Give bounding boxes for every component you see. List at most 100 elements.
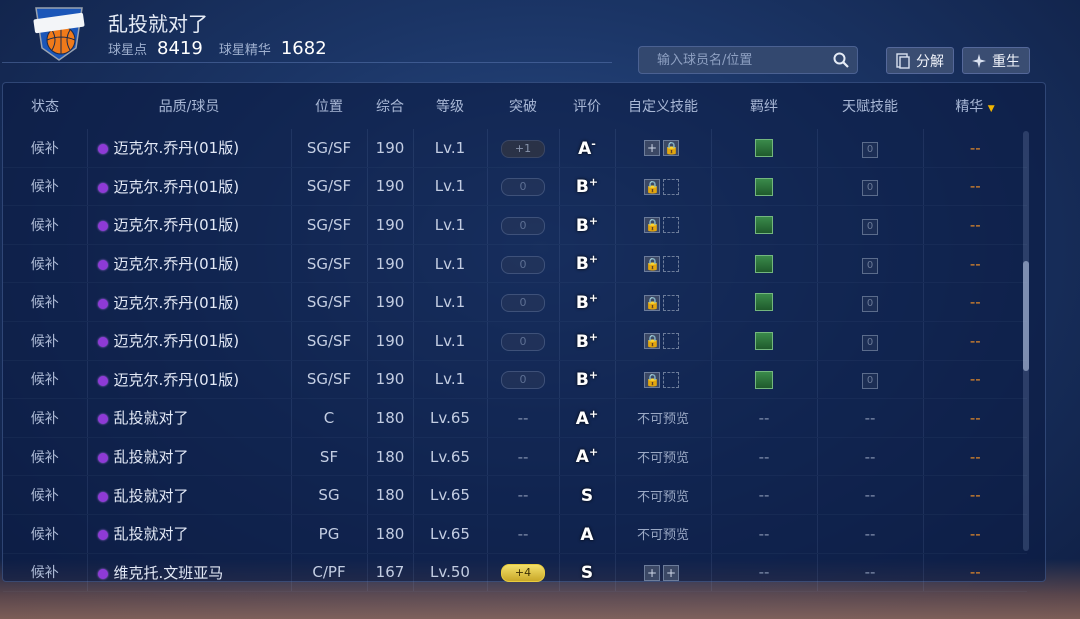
talent-slot[interactable]: 0 [862,296,878,313]
talent-slot[interactable]: 0 [862,373,878,390]
empty-skill-slot[interactable] [663,217,679,234]
col-essence[interactable]: 精华 ▼ [923,83,1027,129]
player-cell[interactable]: 乱投就对了 [86,514,291,554]
custom-skill-cell[interactable]: 不可预览 [614,475,711,515]
col-breakthrough[interactable]: 突破 [487,83,559,129]
bond-badge-icon[interactable] [755,139,773,158]
custom-skill-cell[interactable]: 🔒 [614,244,711,284]
table-row[interactable]: 候补 乱投就对了 C 180 Lv.65 -- A+ 不可预览 -- -- -- [3,398,1027,438]
bond-cell [710,244,817,284]
custom-skill-cell[interactable]: + 🔒 [614,129,711,168]
scrollbar-thumb[interactable] [1023,261,1029,371]
essence-text: -- [969,370,981,389]
custom-skill-cell[interactable]: + + [614,553,711,593]
player-cell[interactable]: 迈克尔.乔丹(01版) [86,167,291,207]
col-level[interactable]: 等级 [413,83,487,129]
overall-text: 167 [375,563,405,582]
lock-icon[interactable]: 🔒 [644,294,660,311]
table-row[interactable]: 候补 乱投就对了 SF 180 Lv.65 -- A+ 不可预览 -- -- -… [3,437,1027,477]
grade-cell: B+ [558,205,615,245]
add-skill-icon[interactable]: + [644,564,660,581]
col-position[interactable]: 位置 [291,83,367,129]
custom-skill-cell[interactable]: 🔒 [614,282,711,322]
col-status[interactable]: 状态 [3,83,87,129]
player-cell[interactable]: 迈克尔.乔丹(01版) [86,321,291,361]
quality-dot-icon [97,298,108,309]
col-overall[interactable]: 综合 [367,83,413,129]
lock-icon[interactable]: 🔒 [644,217,660,234]
player-cell[interactable]: 维克托.文班亚马 [86,553,291,593]
lock-icon[interactable]: 🔒 [644,256,660,273]
empty-skill-slot[interactable] [663,256,679,273]
table-row[interactable]: 候补 迈克尔.乔丹(01版) SG/SF 190 Lv.1 0 B+ 🔒 0 -… [3,321,1027,361]
lock-icon[interactable]: 🔒 [644,371,660,388]
custom-skill-cell[interactable]: 🔒 [614,205,711,245]
lock-icon[interactable]: 🔒 [644,178,660,195]
custom-skill-cell[interactable]: 🔒 [614,167,711,207]
custom-skill-cell[interactable]: 不可预览 [614,398,711,438]
talent-slot[interactable]: 0 [862,180,878,197]
bond-badge-icon[interactable] [755,332,773,351]
add-skill-icon[interactable]: + [644,140,660,157]
status-text: 候补 [30,565,59,582]
player-cell[interactable]: 迈克尔.乔丹(01版) [86,129,291,168]
position-text: SG/SF [306,254,352,273]
empty-skill-slot[interactable] [663,333,679,350]
player-cell[interactable]: 乱投就对了 [86,475,291,515]
table-row[interactable]: 候补 迈克尔.乔丹(01版) SG/SF 190 Lv.1 0 B+ 🔒 0 -… [3,360,1027,400]
breakthrough-badge: 0 [501,371,545,390]
grade-letter: B [575,177,589,198]
bond-badge-icon[interactable] [755,293,773,312]
essence-text: -- [969,524,981,543]
talent-slot[interactable]: 0 [862,334,878,351]
custom-skill-cell[interactable]: 🔒 [614,321,711,361]
search-icon[interactable] [833,52,849,68]
player-cell[interactable]: 迈克尔.乔丹(01版) [86,282,291,322]
bond-badge-icon[interactable] [755,177,773,196]
bond-badge-icon[interactable] [755,216,773,235]
talent-slot[interactable]: 0 [862,257,878,274]
custom-skill-cell[interactable]: 不可预览 [614,514,711,554]
bond-cell: -- [710,553,817,593]
player-cell[interactable]: 迈克尔.乔丹(01版) [86,244,291,284]
empty-skill-slot[interactable] [663,371,679,388]
empty-skill-slot[interactable] [663,178,679,195]
col-player[interactable]: 品质/球员 [87,83,291,129]
table-row[interactable]: 候补 维克托.文班亚马 C/PF 167 Lv.50 +4 S + + -- --… [3,553,1027,593]
table-row[interactable]: 候补 乱投就对了 PG 180 Lv.65 -- A 不可预览 -- -- -- [3,514,1027,554]
table-row[interactable]: 候补 迈克尔.乔丹(01版) SG/SF 190 Lv.1 0 B+ 🔒 0 -… [3,244,1027,284]
player-cell[interactable]: 乱投就对了 [86,437,291,477]
col-custom-skill[interactable]: 自定义技能 [615,83,711,129]
bond-cell: -- [710,514,817,554]
bond-badge-icon[interactable] [755,254,773,273]
level-text: Lv.1 [434,177,466,196]
table-row[interactable]: 候补 迈克尔.乔丹(01版) SG/SF 190 Lv.1 0 B+ 🔒 0 -… [3,205,1027,245]
breakthrough-cell: -- [486,514,559,554]
empty-skill-slot[interactable] [663,294,679,311]
search-input[interactable] [639,47,829,73]
decompose-button[interactable]: 分解 [886,47,954,74]
player-cell[interactable]: 迈克尔.乔丹(01版) [86,205,291,245]
custom-skill-cell[interactable]: 🔒 [614,360,711,400]
scrollbar[interactable] [1023,131,1029,551]
player-cell[interactable]: 乱投就对了 [86,398,291,438]
col-bond[interactable]: 羁绊 [711,83,817,129]
add-skill-icon[interactable]: + [663,564,679,581]
talent-slot[interactable]: 0 [862,218,878,235]
bond-badge-icon[interactable] [755,370,773,389]
position-text: PG [318,524,340,543]
table-row[interactable]: 候补 迈克尔.乔丹(01版) SG/SF 190 Lv.1 0 B+ 🔒 0 -… [3,282,1027,322]
breakthrough-cell: 0 [486,360,559,400]
col-talent[interactable]: 天赋技能 [817,83,923,129]
table-row[interactable]: 候补 迈克尔.乔丹(01版) SG/SF 190 Lv.1 +1 A- + 🔒 0… [3,129,1027,168]
search-box[interactable] [638,46,858,74]
table-row[interactable]: 候补 乱投就对了 SG 180 Lv.65 -- S 不可预览 -- -- -- [3,475,1027,515]
talent-slot[interactable]: 0 [862,141,878,158]
table-row[interactable]: 候补 迈克尔.乔丹(01版) SG/SF 190 Lv.1 0 B+ 🔒 0 -… [3,167,1027,207]
col-grade[interactable]: 评价 [559,83,615,129]
custom-skill-cell[interactable]: 不可预览 [614,437,711,477]
reborn-button[interactable]: 重生 [962,47,1030,74]
player-cell[interactable]: 迈克尔.乔丹(01版) [86,360,291,400]
lock-icon[interactable]: 🔒 [663,140,679,157]
lock-icon[interactable]: 🔒 [644,333,660,350]
